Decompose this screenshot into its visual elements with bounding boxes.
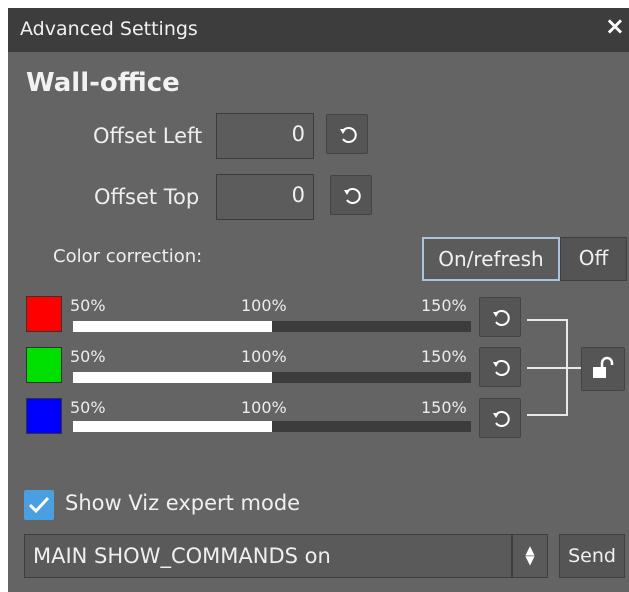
command-input[interactable]: MAIN SHOW_COMMANDS on [24, 534, 512, 578]
red-slider-fill [73, 321, 272, 332]
red-scale-min: 50% [70, 296, 106, 315]
reset-icon [493, 411, 510, 427]
color-correction-off-button[interactable]: Off [560, 237, 627, 281]
blue-scale-max: 150% [421, 398, 467, 417]
red-channel-swatch [26, 296, 62, 332]
unlock-icon [593, 356, 614, 378]
blue-reset-button[interactable] [479, 398, 521, 438]
red-scale-max: 150% [421, 296, 467, 315]
red-scale-mid: 100% [241, 296, 287, 315]
blue-slider-fill [73, 421, 272, 432]
checkmark-icon [28, 496, 50, 514]
green-channel-swatch [26, 347, 62, 383]
reset-icon [340, 127, 357, 143]
green-slider-track[interactable] [73, 372, 471, 383]
green-scale-mid: 100% [241, 347, 287, 366]
channel-lock-button[interactable] [581, 347, 625, 391]
blue-scale-min: 50% [70, 398, 106, 417]
green-scale-max: 150% [421, 347, 467, 366]
reset-icon [344, 188, 361, 204]
blue-scale-mid: 100% [241, 398, 287, 417]
title-bar: Advanced Settings × [8, 8, 629, 52]
link-line-middle [527, 367, 581, 369]
blue-channel-swatch [26, 398, 62, 434]
red-reset-button[interactable] [479, 297, 521, 337]
green-reset-button[interactable] [479, 347, 521, 387]
send-button[interactable]: Send [559, 534, 625, 578]
offset-top-reset-button[interactable] [330, 175, 372, 215]
blue-slider-track[interactable] [73, 421, 471, 432]
advanced-settings-panel: Advanced Settings × Wall-office Offset L… [8, 8, 629, 592]
offset-top-label: Offset Top [94, 185, 200, 209]
offset-left-reset-button[interactable] [326, 114, 368, 154]
reset-icon [493, 360, 510, 376]
offset-top-input[interactable]: 0 [216, 174, 314, 220]
expert-mode-checkbox[interactable] [24, 490, 54, 520]
command-spinner[interactable]: ▲ ▼ [512, 534, 548, 578]
reset-icon [493, 310, 510, 326]
offset-left-input[interactable]: 0 [216, 113, 314, 159]
window-title: Advanced Settings [20, 18, 198, 40]
color-correction-on-button[interactable]: On/refresh [422, 237, 560, 281]
close-icon[interactable]: × [605, 14, 625, 38]
green-scale-min: 50% [70, 347, 106, 366]
offset-left-label: Offset Left [93, 124, 203, 148]
section-title: Wall-office [26, 68, 180, 98]
link-line-vertical [566, 319, 568, 416]
up-down-arrows-icon: ▲ ▼ [525, 543, 535, 567]
green-slider-fill [73, 372, 272, 383]
color-correction-label: Color correction: [53, 246, 203, 267]
link-line-bottom [527, 414, 567, 416]
expert-mode-label: Show Viz expert mode [65, 491, 301, 515]
red-slider-track[interactable] [73, 321, 471, 332]
link-line-top [527, 319, 567, 321]
